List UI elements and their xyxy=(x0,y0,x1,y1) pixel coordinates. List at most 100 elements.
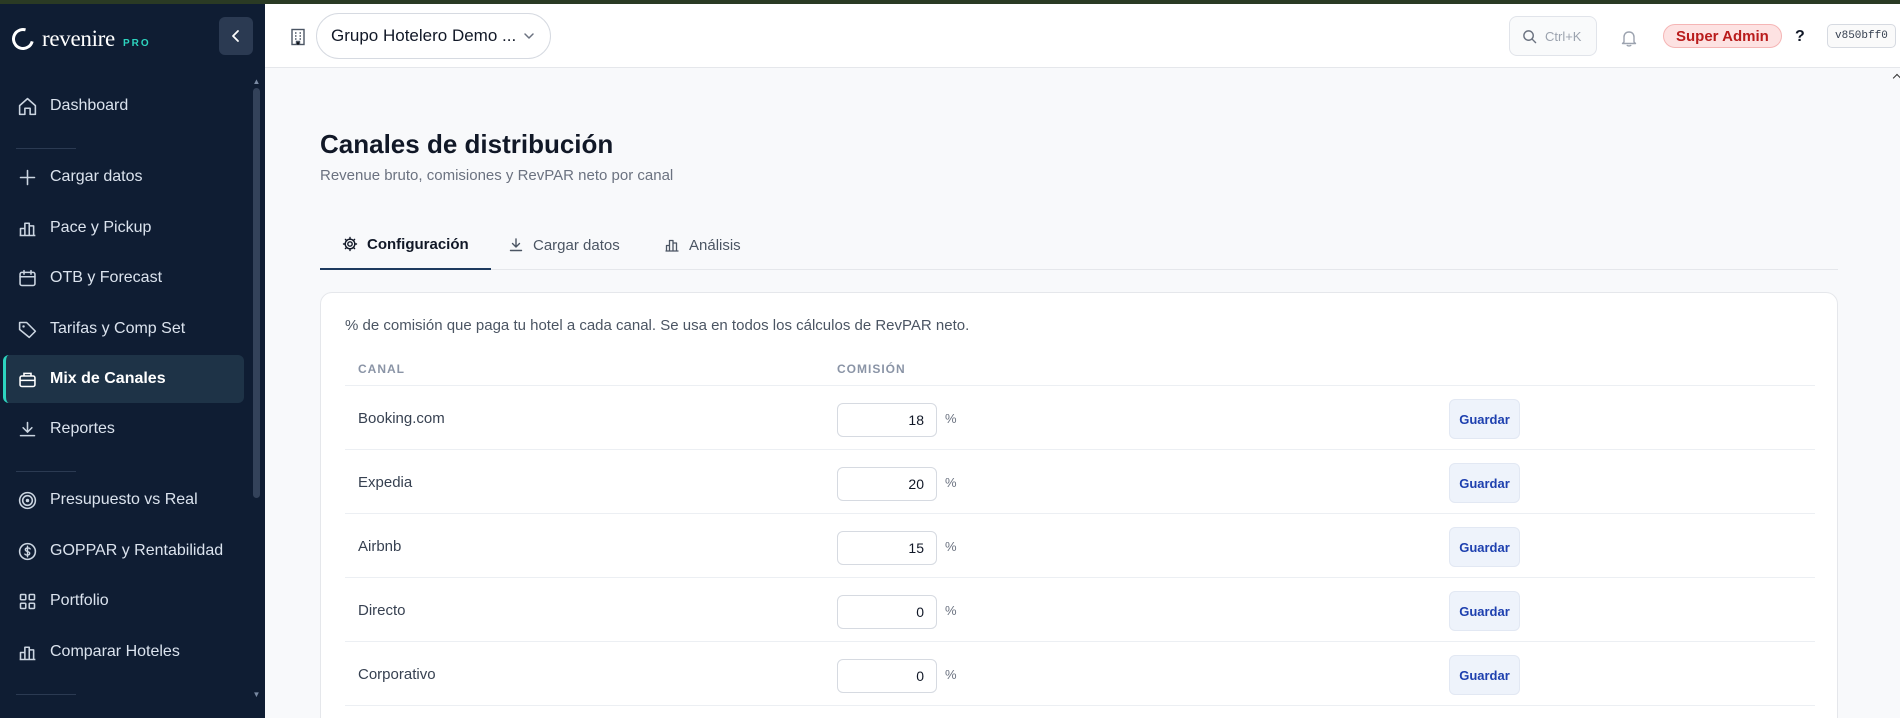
sidebar-divider xyxy=(16,148,76,149)
sidebar-item-goppar[interactable]: GOPPAR y Rentabilidad xyxy=(3,527,244,575)
save-button[interactable]: Guardar xyxy=(1449,591,1520,631)
building-icon xyxy=(291,28,305,46)
search-shortcut: Ctrl+K xyxy=(1545,28,1582,44)
save-button[interactable]: Guardar xyxy=(1449,527,1520,567)
channel-name: Corporativo xyxy=(358,665,436,683)
table-row: Corporativo % Guardar xyxy=(345,642,1815,706)
tab-label: Configuración xyxy=(367,235,469,253)
sidebar-item-reportes[interactable]: Reportes xyxy=(3,405,244,453)
brand-name: revenire xyxy=(42,26,115,51)
card-description: % de comisión que paga tu hotel a cada c… xyxy=(345,317,970,334)
collapse-sidebar-button[interactable] xyxy=(219,17,253,55)
commission-input[interactable] xyxy=(837,595,937,629)
sidebar-item-label: Tarifas y Comp Set xyxy=(50,320,186,337)
bar-chart-icon xyxy=(19,221,36,236)
commission-input[interactable] xyxy=(837,403,937,437)
tab-label: Análisis xyxy=(689,236,741,254)
sidebar-item-label: OTB y Forecast xyxy=(50,269,163,286)
channel-name: Expedia xyxy=(358,473,413,491)
brand-badge: PRO xyxy=(122,37,151,49)
top-accent-line xyxy=(0,0,1900,4)
bell-icon[interactable] xyxy=(1619,28,1639,48)
search-button[interactable]: Ctrl+K xyxy=(1509,16,1597,56)
grid-icon xyxy=(19,593,36,609)
sidebar-item-presupuesto[interactable]: Presupuesto vs Real xyxy=(3,476,244,524)
sidebar-item-dashboard[interactable]: Dashboard xyxy=(3,82,244,130)
channel-name: Booking.com xyxy=(358,409,445,427)
sidebar-item-label: Portfolio xyxy=(50,592,109,609)
target-icon xyxy=(18,491,37,509)
channel-name: Airbnb xyxy=(358,537,402,555)
tag-icon xyxy=(18,321,37,338)
table-row: Airbnb % Guardar xyxy=(345,514,1815,578)
sidebar-item-label: Dashboard xyxy=(50,97,129,114)
commission-input[interactable] xyxy=(837,531,937,565)
hotel-selector-value: Grupo Hotelero Demo ... xyxy=(331,26,517,45)
logo-icon xyxy=(7,23,39,55)
version-tag: v850bff0 xyxy=(1827,24,1896,48)
channel-name: Directo xyxy=(358,601,406,619)
download-icon xyxy=(509,238,523,252)
percent-symbol: % xyxy=(945,474,957,490)
save-button[interactable]: Guardar xyxy=(1449,463,1520,503)
bar-chart-icon xyxy=(665,239,679,252)
tab-analisis[interactable]: Análisis xyxy=(642,220,763,270)
table-row: Directo % Guardar xyxy=(345,578,1815,642)
save-button[interactable]: Guardar xyxy=(1449,399,1520,439)
column-header-channel: CANAL xyxy=(358,362,405,376)
sidebar-item-label: GOPPAR y Rentabilidad xyxy=(50,542,224,559)
page-scroll-up[interactable] xyxy=(1892,73,1900,83)
sidebar-item-label: Presupuesto vs Real xyxy=(50,491,198,508)
plus-icon xyxy=(19,169,36,185)
gear-icon xyxy=(342,236,358,252)
commission-input[interactable] xyxy=(837,659,937,693)
page-title: Canales de distribución xyxy=(320,129,614,159)
table-row: Expedia % Guardar xyxy=(345,450,1815,514)
hotel-selector[interactable]: Grupo Hotelero Demo ... xyxy=(316,13,551,59)
briefcase-icon xyxy=(19,372,36,387)
commission-card: % de comisión que paga tu hotel a cada c… xyxy=(320,292,1838,718)
sidebar: revenire PRO ▲ ▼ Dashboard Cargar datos … xyxy=(0,4,265,718)
column-header-commission: COMISIÓN xyxy=(837,362,906,376)
percent-symbol: % xyxy=(945,666,957,682)
help-button[interactable]: ? xyxy=(1795,28,1805,46)
sidebar-item-tarifas[interactable]: Tarifas y Comp Set xyxy=(3,305,244,353)
sidebar-scrollbar[interactable] xyxy=(253,88,260,498)
sidebar-scroll-down[interactable]: ▼ xyxy=(252,691,261,699)
sidebar-item-pace-pickup[interactable]: Pace y Pickup xyxy=(3,204,244,252)
percent-symbol: % xyxy=(945,410,957,426)
table-row: Booking.com % Guardar xyxy=(345,386,1815,450)
tab-bar: Configuración Cargar datos Análisis xyxy=(320,220,1838,270)
save-button[interactable]: Guardar xyxy=(1449,655,1520,695)
top-header: Grupo Hotelero Demo ... Ctrl+K Super Adm… xyxy=(265,4,1900,68)
sidebar-item-mix-canales[interactable]: Mix de Canales xyxy=(3,355,244,403)
commission-input[interactable] xyxy=(837,467,937,501)
percent-symbol: % xyxy=(945,602,957,618)
calendar-icon xyxy=(19,269,36,286)
chevron-down-icon xyxy=(524,33,534,39)
page-subtitle: Revenue bruto, comisiones y RevPAR neto … xyxy=(320,167,674,184)
download-icon xyxy=(19,421,36,436)
sidebar-item-comparar-hoteles[interactable]: Comparar Hoteles xyxy=(3,628,244,676)
dollar-icon xyxy=(18,542,37,560)
sidebar-scroll-up[interactable]: ▲ xyxy=(252,78,261,86)
sidebar-item-label: Pace y Pickup xyxy=(50,219,152,236)
tab-cargar-datos[interactable]: Cargar datos xyxy=(486,220,642,270)
percent-symbol: % xyxy=(945,538,957,554)
sidebar-item-label: Mix de Canales xyxy=(50,370,166,387)
sidebar-item-label: Comparar Hoteles xyxy=(50,643,180,660)
sidebar-item-cargar-datos[interactable]: Cargar datos xyxy=(3,153,244,201)
home-icon xyxy=(18,97,37,115)
bar-chart-icon xyxy=(19,645,36,660)
chevron-left-icon xyxy=(232,30,239,42)
brand[interactable]: revenire PRO xyxy=(7,22,151,56)
search-icon xyxy=(1523,29,1537,43)
sidebar-item-otb-forecast[interactable]: OTB y Forecast xyxy=(3,254,244,302)
role-badge: Super Admin xyxy=(1663,24,1782,48)
tab-configuracion[interactable]: Configuración xyxy=(320,220,491,270)
sidebar-divider xyxy=(16,694,76,695)
tab-label: Cargar datos xyxy=(533,236,620,254)
sidebar-divider xyxy=(16,471,76,472)
sidebar-item-portfolio[interactable]: Portfolio xyxy=(3,577,244,625)
sidebar-item-label: Cargar datos xyxy=(50,168,143,185)
